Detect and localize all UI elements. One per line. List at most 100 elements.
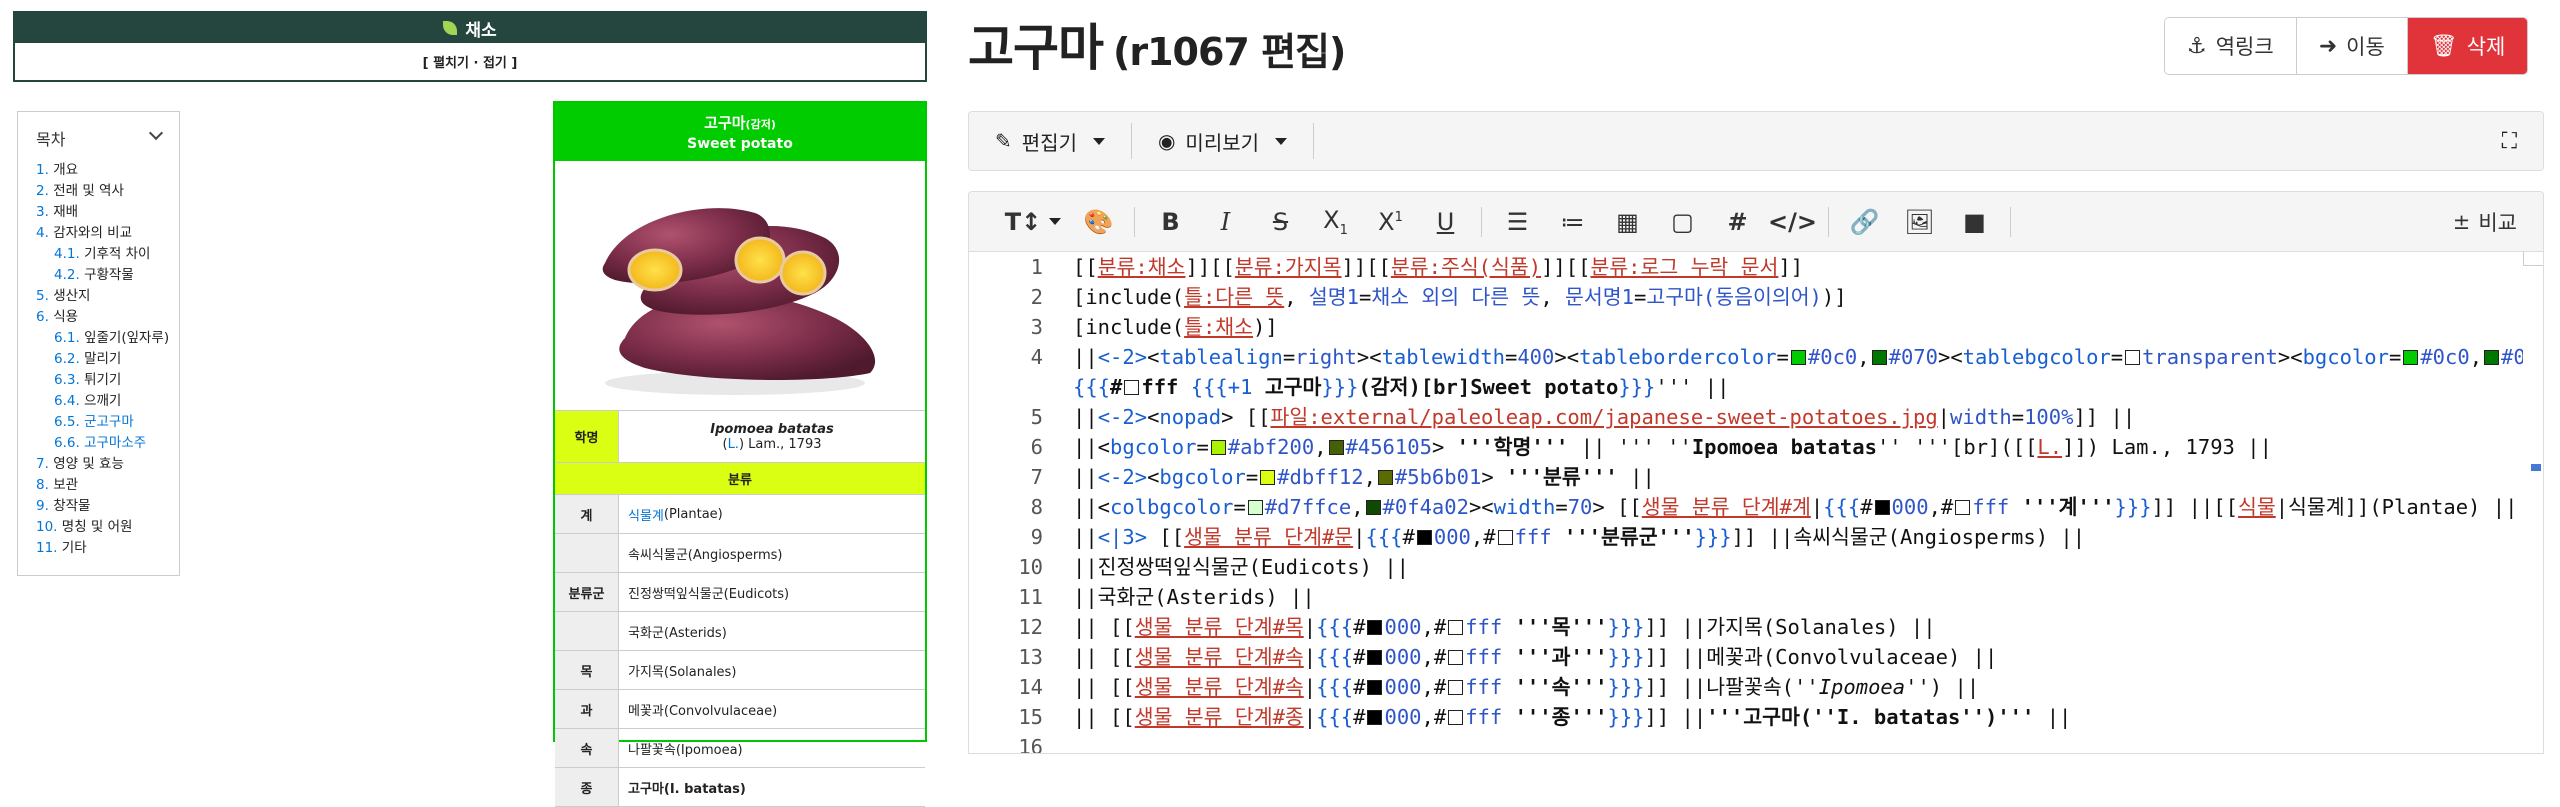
code-line[interactable]: 6 ||<bgcolor= #abf200, #456105> '''학명''' ||…	[969, 432, 2523, 462]
bullet-list-button[interactable]: ☰	[1490, 202, 1545, 242]
code-line[interactable]: 10 ||진정쌍떡잎식물군(Eudicots) ||	[969, 552, 2523, 582]
toc-item-number[interactable]: 4.	[36, 225, 49, 241]
code-line[interactable]: 14 || [[생물 분류 단계#속|{{{# 000,# fff '''속'''}}…	[969, 672, 2523, 702]
toc-item-number[interactable]: 6.1.	[54, 330, 80, 346]
toc-item[interactable]: 1. 개요	[36, 160, 179, 181]
infobox-value-text: 나팔꽃속(Ipomoea)	[628, 742, 743, 758]
numbered-list-button[interactable]: ≔	[1545, 202, 1600, 242]
scroll-position-marker[interactable]	[2531, 464, 2541, 471]
toc-item[interactable]: 4.1. 기후적 차이	[36, 244, 179, 265]
author-link[interactable]: L.	[728, 437, 739, 452]
toc-item[interactable]: 7. 영양 및 효능	[36, 454, 179, 475]
table-button[interactable]: ▦	[1600, 202, 1655, 242]
toc-item-number[interactable]: 3.	[36, 204, 49, 220]
code-button[interactable]: </>	[1765, 202, 1820, 242]
toc-item[interactable]: 4.2. 구황작물	[36, 265, 179, 286]
toc-item[interactable]: 6. 식용	[36, 307, 179, 328]
bold-button[interactable]: B	[1143, 202, 1198, 242]
anchor-hash-button[interactable]: #	[1710, 202, 1765, 242]
toc-item-number[interactable]: 4.2.	[54, 267, 80, 283]
category-box-toggle[interactable]: [ 펼치기 · 접기 ]	[15, 43, 925, 80]
code-line[interactable]: 9 ||<|3> [[생물 분류 단계#문|{{{# 000,# fff '''분류군…	[969, 522, 2523, 552]
infobox-value-text: 속씨식물군(Angiosperms)	[628, 547, 783, 563]
toc-item-number[interactable]: 6.5.	[54, 414, 80, 430]
code-line[interactable]: 5 ||<-2><nopad> [[파일:external/paleoleap.c…	[969, 402, 2523, 432]
toc-item-number[interactable]: 7.	[36, 456, 49, 472]
toc-item[interactable]: 5. 생산지	[36, 286, 179, 307]
note-button[interactable]: ▢	[1655, 202, 1710, 242]
arrow-right-circle-icon: ➜	[2318, 33, 2338, 59]
code-line[interactable]: 3 [include(틀:채소)]	[969, 312, 2523, 342]
infobox-row-scientific-name: 학명 Ipomoea batatas (L.) Lam., 1793	[555, 411, 925, 463]
italic-button[interactable]: I	[1198, 202, 1253, 242]
backlink-button[interactable]: ⚓ 역링크	[2165, 18, 2297, 74]
toc-item[interactable]: 6.1. 잎줄기(잎자루)	[36, 328, 179, 349]
toolbar-divider	[1481, 206, 1482, 237]
code-line[interactable]: 1 [[분류:채소]][[분류:가지목]][[분류:주식(식품)]][[분류:로그…	[969, 252, 2523, 282]
underline-button[interactable]: U	[1418, 202, 1473, 242]
toc-item[interactable]: 6.6. 고구마소주	[36, 433, 179, 454]
backlink-label: 역링크	[2215, 35, 2274, 59]
code-line[interactable]: 4 ||<-2><tablealign=right><tablewidth=400…	[969, 342, 2523, 372]
toc-item[interactable]: 6.5. 군고구마	[36, 412, 179, 433]
toc-item-number[interactable]: 8.	[36, 477, 49, 493]
strikethrough-button[interactable]: S	[1253, 202, 1308, 242]
toc-item-number[interactable]: 5.	[36, 288, 49, 304]
link-button[interactable]: 🔗	[1837, 202, 1892, 242]
code-editor[interactable]: 1 [[분류:채소]][[분류:가지목]][[분류:주식(식품)]][[분류:로그…	[968, 251, 2544, 754]
code-line[interactable]: 15 || [[생물 분류 단계#종|{{{# 000,# fff '''종'''}}…	[969, 702, 2523, 732]
preview-mode-dropdown[interactable]: ◉ 미리보기	[1132, 123, 1315, 159]
superscript-button[interactable]: X1	[1363, 202, 1418, 242]
toc-item-number[interactable]: 2.	[36, 183, 49, 199]
text-color-button[interactable]: 🎨	[1071, 202, 1126, 242]
toc-item[interactable]: 6.3. 튀기기	[36, 370, 179, 391]
delete-button[interactable]: 🗑 삭제	[2407, 18, 2528, 74]
code-line[interactable]: 16	[969, 732, 2523, 753]
toc-item[interactable]: 6.4. 으깨기	[36, 391, 179, 412]
infobox-link[interactable]: 식물계	[628, 505, 664, 524]
code-line-wrapped[interactable]: {{{# fff {{{+1 고구마}}}(감저)[br]Sweet potato…	[969, 372, 2523, 402]
toc-item-number[interactable]: 10.	[36, 519, 57, 535]
toc-item-number[interactable]: 11.	[36, 540, 57, 556]
image-button[interactable]: 🖼	[1892, 202, 1947, 242]
toc-item[interactable]: 3. 재배	[36, 202, 179, 223]
toc-item-number[interactable]: 1.	[36, 162, 49, 178]
toc-item[interactable]: 2. 전래 및 역사	[36, 181, 179, 202]
chevron-down-icon[interactable]	[148, 125, 164, 141]
scientific-author: (L.) Lam., 1793	[722, 436, 822, 452]
code-line[interactable]: 2 [include(틀:다른 뜻, 설명1=채소 외의 다른 뜻, 문서명1=고…	[969, 282, 2523, 312]
code-line[interactable]: 13 || [[생물 분류 단계#속|{{{# 000,# fff '''과'''}}…	[969, 642, 2523, 672]
toc-item-number[interactable]: 6.	[36, 309, 49, 325]
infobox-title-main: 고구마	[704, 114, 746, 132]
toc-item-number[interactable]: 6.6.	[54, 435, 80, 451]
toc-item-number[interactable]: 6.2.	[54, 351, 80, 367]
video-button[interactable]: ■	[1947, 202, 2002, 242]
fullscreen-icon[interactable]: ⛶	[2502, 129, 2517, 154]
toc-item-number[interactable]: 9.	[36, 498, 49, 514]
category-box-title: 채소	[465, 20, 497, 41]
toc-item-number[interactable]: 4.1.	[54, 246, 80, 262]
eye-icon: ◉	[1157, 129, 1176, 153]
compare-button[interactable]: ± 비교	[2453, 207, 2517, 237]
code-line[interactable]: 8 ||<colbgcolor= #d7ffce, #0f4a02><width=70…	[969, 492, 2523, 522]
toc-item[interactable]: 10. 명칭 및 어원	[36, 517, 179, 538]
text-size-button[interactable]: T↕	[995, 202, 1071, 242]
toc-item-label[interactable]: 고구마소주	[84, 435, 146, 451]
editor-mode-dropdown[interactable]: ✎ 편집기	[969, 123, 1132, 159]
toc-item[interactable]: 8. 보관	[36, 475, 179, 496]
move-button[interactable]: ➜ 이동	[2296, 18, 2408, 74]
code-line[interactable]: 11 ||국화군(Asterids) ||	[969, 582, 2523, 612]
toc-item[interactable]: 6.2. 말리기	[36, 349, 179, 370]
code-line[interactable]: 12 || [[생물 분류 단계#목|{{{# 000,# fff '''목'''}}…	[969, 612, 2523, 642]
hash-icon: #	[1727, 207, 1748, 236]
subscript-button[interactable]: X1	[1308, 202, 1363, 242]
infobox-label: 목	[555, 651, 619, 689]
toc-item-label[interactable]: 군고구마	[84, 414, 134, 430]
toc-item[interactable]: 9. 창작물	[36, 496, 179, 517]
code-line[interactable]: 7 ||<-2><bgcolor= #dbff12, #5b6b01> '''분류''…	[969, 462, 2523, 492]
toc-header[interactable]: 목차	[36, 125, 179, 150]
toc-item-number[interactable]: 6.3.	[54, 372, 80, 388]
toc-item[interactable]: 4. 감자와의 비교	[36, 223, 179, 244]
toc-item[interactable]: 11. 기타	[36, 538, 179, 559]
toc-item-number[interactable]: 6.4.	[54, 393, 80, 409]
